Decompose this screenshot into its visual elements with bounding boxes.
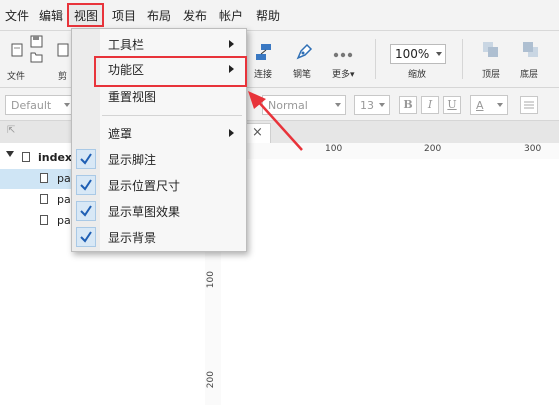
- annotation-arrow: [248, 91, 303, 151]
- font-color-select[interactable]: A: [470, 95, 508, 115]
- style-value: Default: [11, 99, 52, 112]
- save-icon[interactable]: [30, 35, 44, 49]
- bottom-label: 底层: [520, 70, 539, 80]
- connect-label: 连接: [254, 70, 273, 80]
- submenu-arrow-icon: [229, 40, 234, 48]
- menu-separator: [102, 115, 242, 116]
- chevron-down-icon: [335, 103, 341, 107]
- new-file-icon[interactable]: [10, 43, 24, 57]
- chevron-down-icon: [64, 103, 70, 107]
- align-button[interactable]: [520, 96, 538, 114]
- canvas[interactable]: [221, 159, 559, 405]
- menu-item-mask[interactable]: 遮罩: [108, 125, 132, 142]
- ruler-label: 200: [424, 144, 442, 154]
- submenu-arrow-icon: [229, 129, 234, 137]
- align-icon: [524, 101, 534, 109]
- menu-item-show-sketch-effect[interactable]: 显示草图效果: [108, 203, 180, 220]
- menu-item-toolbar[interactable]: 工具栏: [108, 36, 144, 53]
- tree-page-label: pa: [57, 193, 71, 206]
- top-label: 顶层: [482, 70, 501, 80]
- zoom-label: 缩放: [408, 70, 427, 80]
- file-icon: [40, 194, 48, 204]
- menu-item-show-background[interactable]: 显示背景: [108, 229, 156, 246]
- ribbon-highlight-box: [94, 56, 247, 87]
- tree-page-label: pa: [57, 172, 71, 185]
- chevron-down-icon: [436, 52, 442, 56]
- collapse-arrow-icon[interactable]: ⇱: [7, 125, 15, 136]
- more-icon[interactable]: [333, 47, 353, 58]
- zoom-select[interactable]: 100%: [390, 44, 446, 64]
- ruler-label: 100: [206, 271, 216, 289]
- font-color-icon: A: [476, 99, 484, 112]
- menu-project[interactable]: 项目: [112, 7, 136, 24]
- menu-publish[interactable]: 发布: [183, 7, 207, 24]
- font-size-select[interactable]: 13: [354, 95, 390, 115]
- toolbar-separator: [375, 39, 376, 79]
- underline-button[interactable]: U: [443, 96, 461, 114]
- check-icon: [76, 201, 96, 221]
- ruler-label: 100: [325, 144, 343, 154]
- open-folder-icon[interactable]: [30, 51, 44, 63]
- pen-icon[interactable]: [295, 43, 313, 61]
- cut-icon[interactable]: [56, 43, 70, 57]
- ruler-label: 300: [524, 144, 542, 154]
- file-icon: [22, 152, 30, 162]
- zoom-value: 100%: [395, 47, 430, 61]
- menu-layout[interactable]: 布局: [147, 7, 171, 24]
- bold-button[interactable]: B: [399, 96, 417, 114]
- menu-edit[interactable]: 编辑: [39, 7, 63, 24]
- more-label[interactable]: 更多▾: [332, 67, 355, 80]
- menu-item-show-footnotes[interactable]: 显示脚注: [108, 151, 156, 168]
- cut-label: 剪: [58, 72, 68, 82]
- menu-help[interactable]: 帮助: [256, 7, 280, 24]
- menu-item-reset-view[interactable]: 重置视图: [108, 88, 156, 105]
- tree-page-label: pa: [57, 214, 71, 227]
- font-size-value: 13: [360, 99, 374, 112]
- file-icon: [40, 215, 48, 225]
- check-icon: [76, 175, 96, 195]
- tree-root-label: index: [38, 151, 73, 164]
- bring-to-front-icon[interactable]: [482, 41, 500, 59]
- send-to-back-icon[interactable]: [522, 41, 540, 59]
- menu-view[interactable]: 视图: [74, 7, 98, 24]
- menu-item-show-position-size[interactable]: 显示位置尺寸: [108, 177, 180, 194]
- file-label: 文件: [7, 72, 26, 82]
- menu-bar: 文件 编辑 视图 项目 布局 发布 帐户 帮助: [0, 0, 559, 31]
- check-icon: [76, 227, 96, 247]
- style-select[interactable]: Default: [5, 95, 75, 115]
- menu-account[interactable]: 帐户: [219, 7, 243, 24]
- italic-button[interactable]: I: [421, 96, 439, 114]
- expand-icon[interactable]: [6, 151, 14, 157]
- chevron-down-icon: [379, 103, 385, 107]
- toolbar-separator: [462, 39, 463, 79]
- pen-label: 钢笔: [293, 70, 312, 80]
- check-icon: [76, 149, 96, 169]
- menu-file[interactable]: 文件: [5, 7, 29, 24]
- ruler-label: 200: [206, 371, 216, 389]
- chevron-down-icon: [497, 103, 503, 107]
- connect-icon[interactable]: [255, 43, 273, 61]
- file-icon: [40, 173, 48, 183]
